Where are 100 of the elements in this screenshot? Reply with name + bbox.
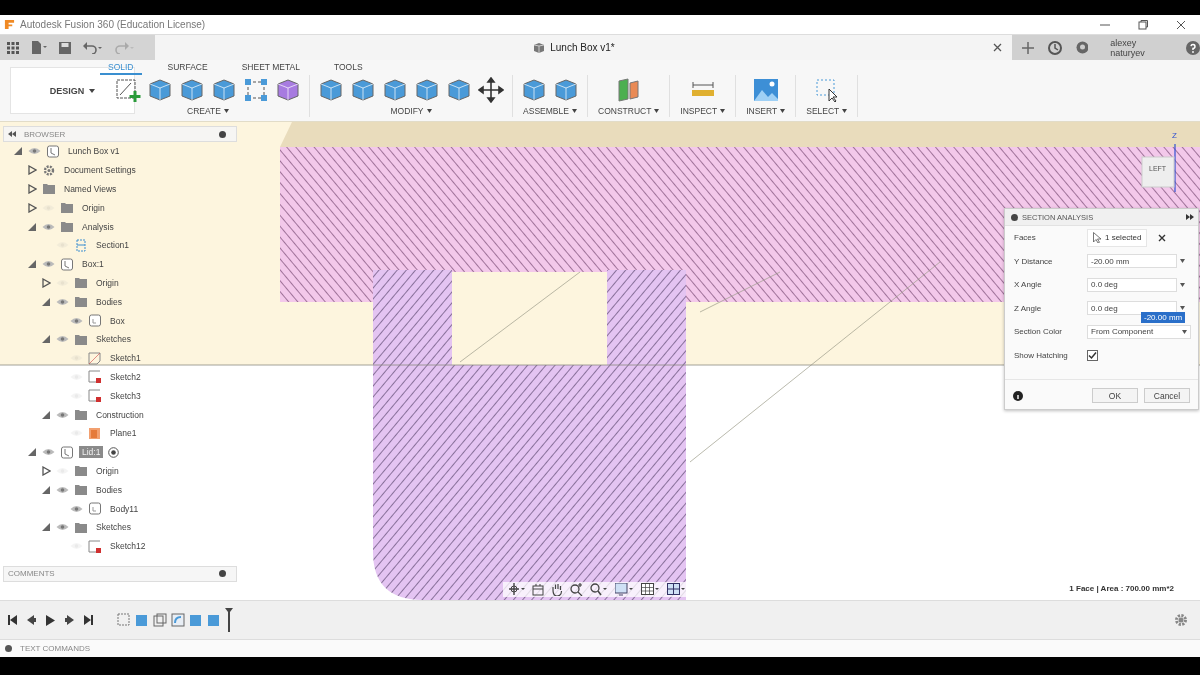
browser-item[interactable]: Box [107, 314, 128, 327]
timeline-marker-icon[interactable] [225, 608, 233, 632]
close-tab-icon[interactable] [993, 43, 1002, 52]
collapse-panel-icon[interactable] [8, 131, 16, 137]
expand-toggle-icon[interactable] [42, 409, 51, 420]
viewports-icon[interactable] [667, 583, 686, 596]
extrude-feature-icon[interactable] [189, 613, 203, 627]
eye-icon[interactable] [42, 448, 55, 457]
active-component-icon[interactable] [108, 446, 120, 458]
look-at-icon[interactable] [532, 583, 544, 596]
browser-item[interactable]: Sketch2 [107, 370, 144, 383]
ribbon-group-menu[interactable]: CONSTRUCT [596, 105, 662, 117]
pattern-icon[interactable] [243, 77, 269, 103]
expand-toggle-icon[interactable] [42, 522, 51, 533]
checkbox[interactable] [1087, 349, 1098, 361]
grid-menu-icon[interactable] [7, 41, 19, 54]
eye-icon[interactable] [42, 260, 55, 269]
comments-header[interactable]: COMMENTS [3, 565, 237, 582]
view-cube-icon[interactable] [1141, 143, 1176, 193]
zoom-icon[interactable] [570, 583, 583, 596]
eye-icon[interactable] [70, 316, 83, 325]
eye-icon[interactable] [70, 504, 83, 513]
skip-to-end-icon[interactable] [84, 615, 93, 625]
dropdown[interactable]: From Component [1087, 324, 1191, 339]
browser-item[interactable]: Bodies [93, 483, 125, 496]
browser-item[interactable]: Sketches [93, 333, 134, 346]
expand-toggle-icon[interactable] [42, 484, 51, 495]
pin-icon[interactable] [219, 130, 226, 138]
expand-toggle-icon[interactable] [42, 296, 51, 307]
expand-toggle-icon[interactable] [14, 146, 23, 157]
expand-toggle-icon[interactable] [42, 277, 51, 288]
value-input[interactable]: -20.00 mm [1087, 254, 1177, 269]
browser-item[interactable]: Sketch3 [107, 389, 144, 402]
browser-item[interactable]: Sketch12 [107, 540, 149, 553]
expand-toggle-icon[interactable] [28, 184, 37, 194]
value-input[interactable]: 0.0 deg [1087, 277, 1177, 292]
expand-dialog-icon[interactable] [1186, 214, 1194, 220]
expand-icon[interactable] [5, 645, 12, 652]
ribbon-group-menu[interactable]: INSPECT [678, 105, 728, 117]
pan-icon[interactable] [551, 583, 563, 596]
dialog-button[interactable]: Cancel [1144, 388, 1190, 403]
move-icon[interactable] [478, 77, 504, 103]
pin-icon[interactable] [219, 570, 226, 578]
ribbon-group-menu[interactable]: INSERT [744, 105, 788, 117]
file-icon[interactable] [31, 41, 47, 54]
expand-toggle-icon[interactable] [42, 465, 51, 476]
caret-icon[interactable] [1180, 259, 1185, 264]
new-component-icon[interactable] [521, 77, 547, 103]
eye-icon[interactable] [56, 297, 69, 306]
extrude-feature-icon[interactable] [135, 613, 149, 627]
save-icon[interactable] [59, 41, 71, 54]
info-icon[interactable] [1013, 390, 1023, 401]
caret-icon[interactable] [1180, 282, 1185, 287]
eye-icon[interactable] [42, 222, 55, 231]
step-back-icon[interactable] [27, 615, 36, 625]
help-icon[interactable] [1186, 40, 1200, 55]
display-settings-icon[interactable] [615, 583, 634, 596]
browser-item[interactable]: Plane1 [107, 427, 140, 440]
expand-toggle-icon[interactable] [28, 221, 37, 232]
browser-item[interactable]: Construction [93, 408, 147, 421]
browser-item[interactable]: Body11 [107, 502, 142, 515]
ribbon-tab[interactable]: TOOLS [325, 60, 371, 75]
eye-icon[interactable] [56, 485, 69, 494]
ribbon-tab[interactable]: SHEET METAL [233, 60, 308, 75]
browser-item[interactable]: Sketches [93, 521, 134, 534]
text-commands-bar[interactable]: TEXT COMMANDS [0, 640, 1200, 657]
document-tab[interactable]: Lunch Box v1* [155, 35, 993, 60]
ribbon-group-menu[interactable]: MODIFY [388, 105, 434, 117]
extrude-icon[interactable] [147, 77, 173, 103]
browser-item[interactable]: Named Views [61, 183, 120, 195]
restore-icon[interactable] [1138, 19, 1148, 30]
ribbon-group-menu[interactable]: CREATE [185, 105, 231, 117]
undo-icon[interactable] [83, 41, 103, 54]
eye-icon[interactable] [28, 147, 41, 156]
expand-toggle-icon[interactable] [42, 334, 51, 345]
ribbon-group-menu[interactable]: SELECT [804, 105, 850, 117]
browser-item[interactable]: Box:1 [79, 258, 107, 271]
browser-item[interactable]: Sketch1 [107, 352, 144, 365]
form-icon[interactable] [275, 77, 301, 103]
play-icon[interactable] [46, 614, 55, 626]
close-icon[interactable] [1176, 19, 1186, 30]
clear-selection-icon[interactable] [1158, 233, 1167, 242]
notification-icon[interactable] [1075, 41, 1089, 54]
eye-icon[interactable] [56, 410, 69, 419]
expand-toggle-icon[interactable] [28, 165, 37, 176]
value-input[interactable]: 0.0 deg [1087, 301, 1177, 316]
selection-box-icon[interactable] [813, 77, 840, 103]
new-tab-icon[interactable] [1022, 41, 1034, 54]
expand-toggle-icon[interactable] [28, 447, 37, 458]
expand-toggle-icon[interactable] [28, 202, 37, 213]
image-icon[interactable] [752, 77, 779, 103]
browser-item[interactable]: Origin [93, 276, 122, 289]
skip-to-start-icon[interactable] [8, 615, 17, 625]
job-status-icon[interactable] [1047, 40, 1062, 55]
browser-item[interactable]: Analysis [79, 220, 117, 233]
ribbon-group-menu[interactable]: ASSEMBLE [521, 105, 579, 117]
expand-toggle-icon[interactable] [28, 259, 37, 270]
distance-edit-field[interactable]: -20.00 mm [1141, 312, 1186, 323]
browser-item[interactable]: Origin [79, 201, 108, 214]
browser-header[interactable]: BROWSER [3, 126, 237, 142]
